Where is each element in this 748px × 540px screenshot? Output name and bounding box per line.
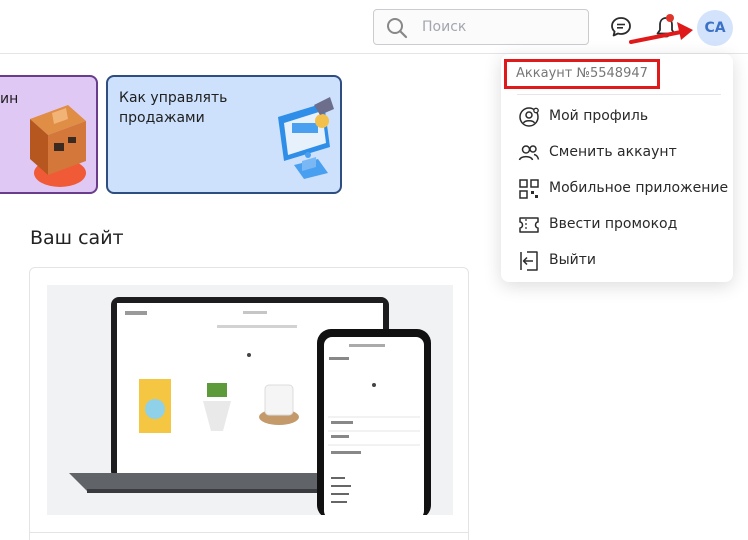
menu-item-mobile-app[interactable]: Мобильное приложение (501, 173, 733, 205)
avatar[interactable]: СА (697, 10, 733, 46)
promo-card-sales[interactable]: Как управлять продажами (106, 75, 342, 194)
menu-item-label: Мобильное приложение (549, 180, 729, 196)
account-dropdown-menu: Аккаунт №5548947 Мой профиль Сменить акк… (501, 54, 733, 282)
profile-gear-icon (519, 107, 539, 127)
search-icon (387, 18, 408, 39)
site-preview-image (47, 285, 453, 519)
section-title: Ваш сайт (30, 227, 124, 249)
menu-item-label: Ввести промокод (549, 216, 678, 232)
logout-icon (520, 251, 538, 271)
annotation-arrow-icon (629, 22, 693, 44)
menu-item-label: Мой профиль (549, 108, 649, 124)
account-number-highlight: Аккаунт №5548947 (504, 59, 660, 89)
promo-card[interactable]: ин (0, 75, 98, 194)
account-number: Аккаунт №5548947 (516, 66, 648, 81)
search-input[interactable]: Поиск (373, 9, 589, 45)
menu-item-logout[interactable]: Выйти (501, 245, 733, 277)
device-mockup-illustration (69, 297, 431, 519)
menu-divider (517, 94, 721, 95)
menu-item-my-profile[interactable]: Мой профиль (501, 101, 733, 133)
menu-item-label: Сменить аккаунт (549, 144, 677, 160)
switch-users-icon (518, 145, 540, 161)
monitor-illustration (278, 97, 334, 179)
qr-code-icon (519, 179, 539, 199)
site-card[interactable] (29, 267, 469, 540)
menu-item-switch-account[interactable]: Сменить аккаунт (501, 137, 733, 169)
search-placeholder: Поиск (422, 19, 467, 35)
ticket-icon (519, 217, 539, 233)
menu-item-promo-code[interactable]: Ввести промокод (501, 209, 733, 241)
menu-item-label: Выйти (549, 252, 597, 268)
parcel-box-illustration (30, 105, 86, 187)
divider (30, 532, 468, 533)
